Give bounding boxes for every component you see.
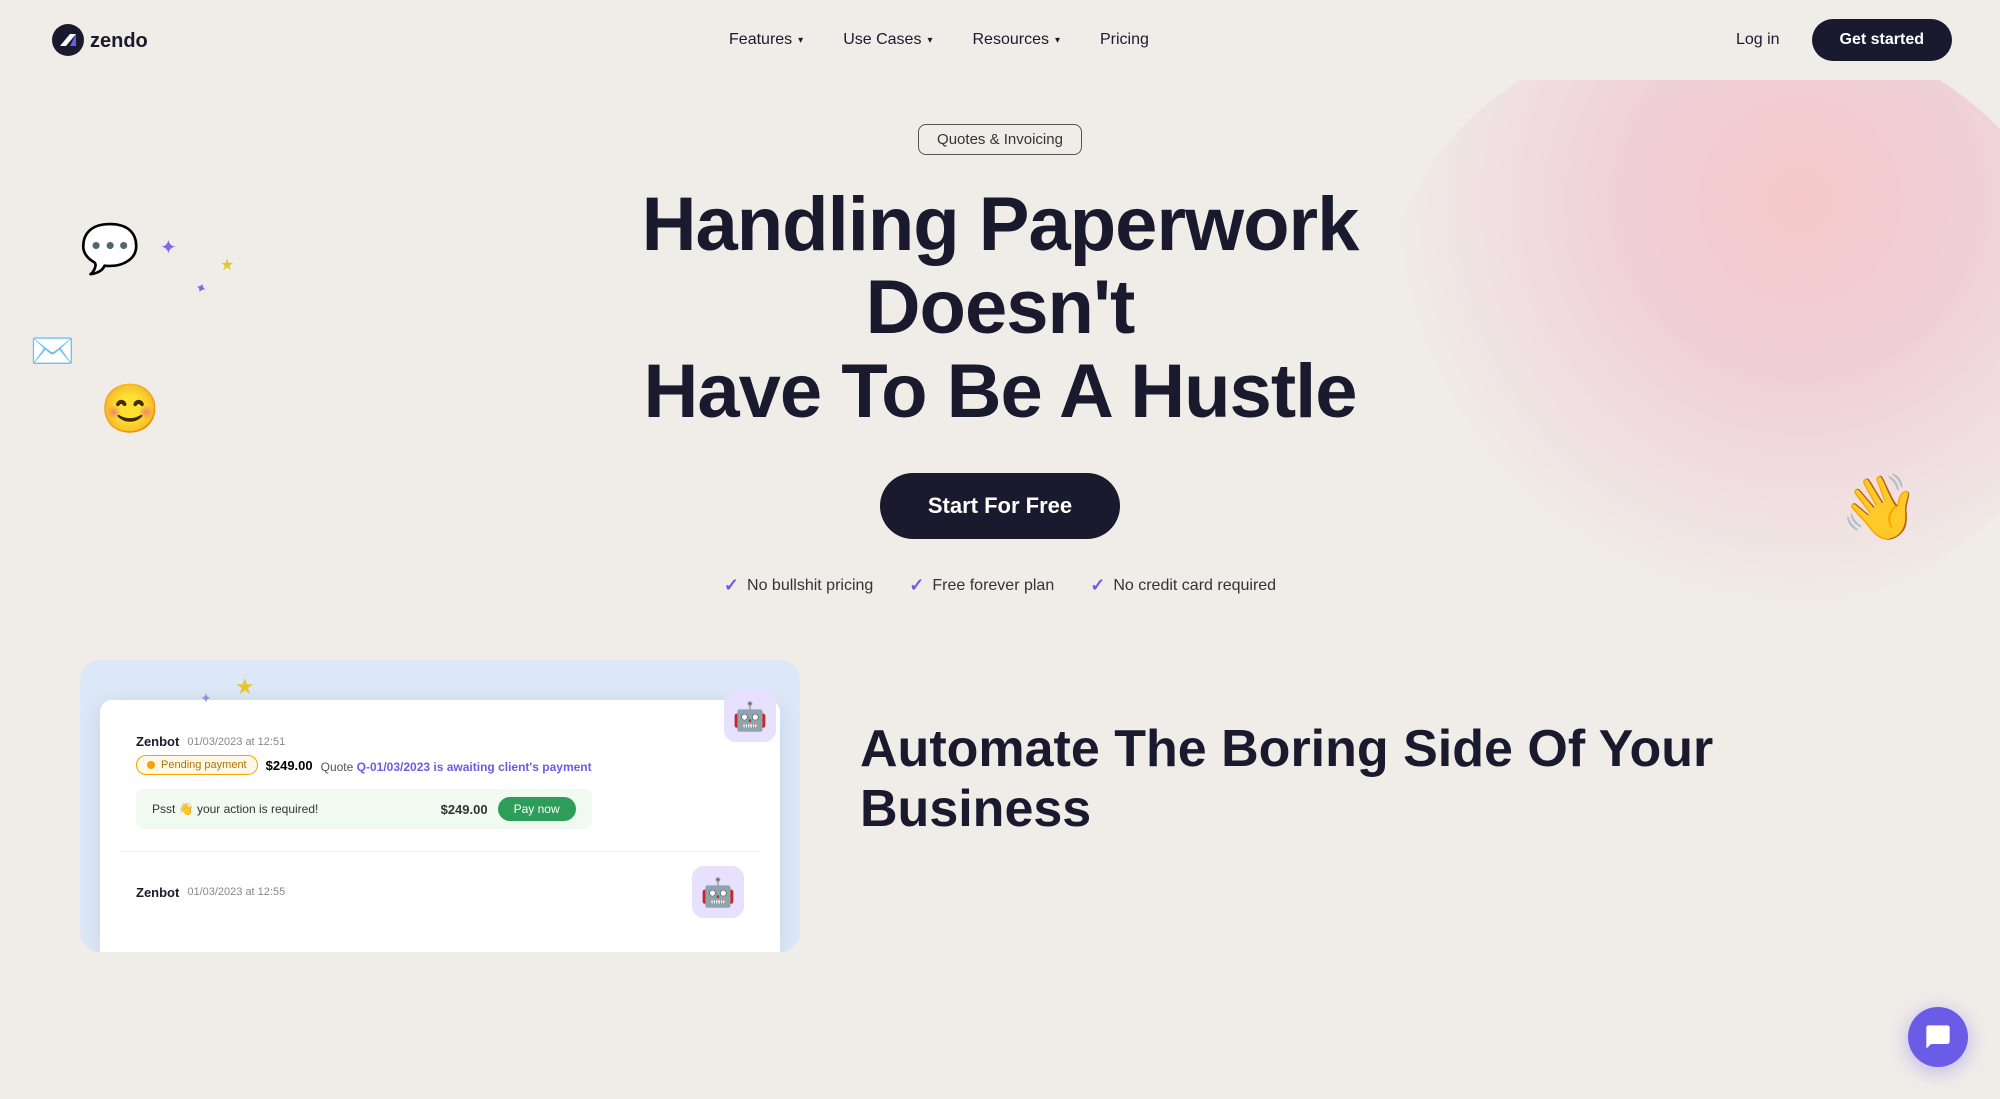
nav-pricing-label: Pricing	[1100, 31, 1149, 49]
feature-label-1: Free forever plan	[932, 577, 1054, 595]
app-row-left-1: Zenbot 01/03/2023 at 12:51 Pending payme…	[136, 734, 592, 837]
feature-label-2: No credit card required	[1113, 577, 1276, 595]
lower-text: Automate The Boring Side Of Your Busines…	[860, 660, 1920, 840]
pay-now-button[interactable]: Pay now	[498, 797, 576, 821]
email-icon: ✉️	[30, 330, 75, 372]
app-row-left-2: Zenbot 01/03/2023 at 12:55	[136, 885, 285, 900]
hero-badge: Quotes & Invoicing	[918, 124, 1082, 155]
hero-title-line2: Have To Be A Hustle	[643, 349, 1356, 434]
hero-title: Handling Paperwork Doesn't Have To Be A …	[550, 183, 1450, 434]
chevron-down-icon: ▾	[798, 35, 803, 46]
chevron-down-icon: ▾	[1055, 35, 1060, 46]
get-started-button[interactable]: Get started	[1812, 19, 1952, 61]
wave-icon: 👋	[1840, 470, 1920, 545]
app-row-2: Zenbot 01/03/2023 at 12:55 🤖	[120, 852, 760, 932]
chat-bubble-icon: 💬	[80, 220, 140, 277]
psst-text: Psst 👋 your action is required!	[152, 802, 318, 816]
app-amount: $249.00	[266, 758, 313, 773]
check-icon: ✓	[909, 575, 924, 596]
app-date-2: 01/03/2023 at 12:55	[187, 886, 285, 898]
lower-section: ★ ✦ Zenbot 01/03/2023 at 12:51 Pending p…	[0, 660, 2000, 1012]
feature-label-0: No bullshit pricing	[747, 577, 873, 595]
start-for-free-button[interactable]: Start For Free	[880, 473, 1120, 539]
feature-no-credit-card: ✓ No credit card required	[1090, 575, 1276, 596]
nav-features-label: Features	[729, 31, 792, 49]
app-info: Quote Q-01/03/2023 is awaiting client's …	[321, 760, 592, 774]
robot-icon-2: 🤖	[692, 866, 744, 918]
hero-title-line1: Handling Paperwork Doesn't	[642, 182, 1359, 351]
quote-info: is awaiting client's payment	[433, 760, 591, 774]
lower-title-line1: Automate The Boring Side Of Your	[860, 720, 1713, 778]
nav-resources-label: Resources	[972, 31, 1048, 49]
check-icon: ✓	[1090, 575, 1105, 596]
pending-payment-badge: Pending payment	[136, 755, 258, 775]
svg-text:zendo: zendo	[90, 30, 148, 52]
nav-item-resources[interactable]: Resources ▾	[956, 23, 1076, 57]
star-yellow-card-icon: ★	[235, 674, 255, 700]
feature-no-bullshit: ✓ No bullshit pricing	[724, 575, 873, 596]
star-purple-small-icon: ✦	[192, 279, 209, 299]
psst-row: Psst 👋 your action is required! $249.00 …	[136, 789, 592, 829]
nav-item-usecases[interactable]: Use Cases ▾	[827, 23, 948, 57]
badge-label: Pending payment	[161, 759, 247, 771]
app-date-1: 01/03/2023 at 12:51	[187, 736, 285, 748]
star-yellow-icon: ★	[220, 255, 234, 275]
automate-title: Automate The Boring Side Of Your Busines…	[860, 720, 1920, 840]
nav-item-features[interactable]: Features ▾	[713, 23, 819, 57]
star-purple-icon: ✦	[160, 235, 177, 260]
login-link[interactable]: Log in	[1720, 23, 1796, 57]
navbar: zendo Features ▾ Use Cases ▾ Resources ▾…	[0, 0, 2000, 80]
app-sender-1: Zenbot	[136, 734, 179, 749]
quote-ref: Q-01/03/2023	[357, 760, 430, 774]
nav-links: Features ▾ Use Cases ▾ Resources ▾ Prici…	[713, 23, 1165, 57]
smiley-icon: 😊	[100, 380, 160, 437]
chevron-down-icon: ▾	[927, 35, 932, 46]
badge-dot	[147, 761, 155, 769]
feature-free-forever: ✓ Free forever plan	[909, 575, 1054, 596]
psst-amount: $249.00	[441, 802, 488, 817]
nav-usecases-label: Use Cases	[843, 31, 921, 49]
logo[interactable]: zendo	[48, 20, 158, 60]
chat-widget-button[interactable]	[1908, 1007, 1968, 1067]
app-card-inner: Zenbot 01/03/2023 at 12:51 Pending payme…	[100, 700, 780, 952]
nav-right: Log in Get started	[1720, 19, 1952, 61]
check-icon: ✓	[724, 575, 739, 596]
hero-content: Quotes & Invoicing Handling Paperwork Do…	[550, 124, 1450, 597]
chat-icon	[1924, 1023, 1952, 1051]
hero-section: 💬 ✉️ 😊 ✦ ★ ✦ 👋 Quotes & Invoicing Handli…	[0, 80, 2000, 660]
hero-features: ✓ No bullshit pricing ✓ Free forever pla…	[550, 575, 1450, 596]
lower-title-line2: Business	[860, 780, 1091, 838]
app-row-1: Zenbot 01/03/2023 at 12:51 Pending payme…	[120, 720, 760, 852]
robot-icon-container-1: 🤖	[724, 690, 776, 742]
app-screenshot-card: ★ ✦ Zenbot 01/03/2023 at 12:51 Pending p…	[80, 660, 800, 952]
robot-icon-1: 🤖	[724, 690, 776, 742]
star-purple-card-icon: ✦	[200, 690, 212, 707]
nav-item-pricing[interactable]: Pricing	[1084, 23, 1165, 57]
app-sender-2: Zenbot	[136, 885, 179, 900]
